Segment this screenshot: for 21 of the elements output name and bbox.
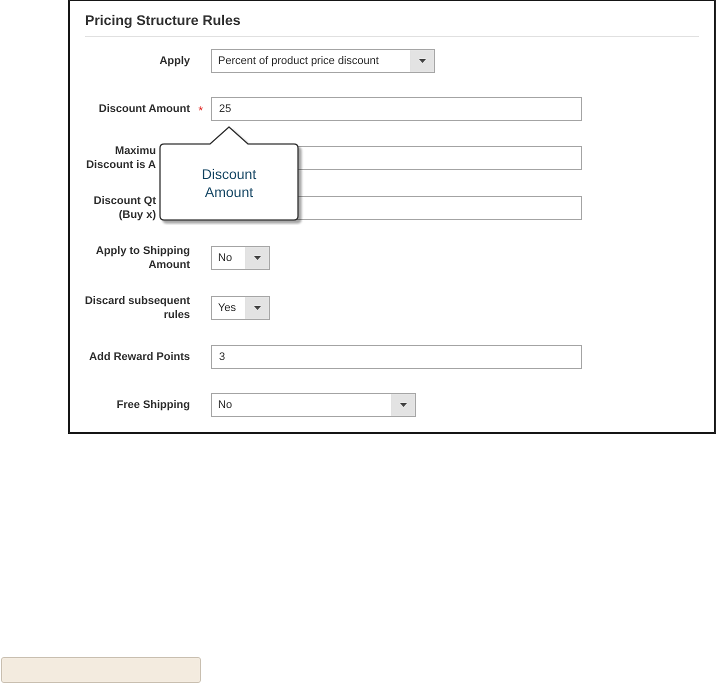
caret-icon [418,59,426,63]
dropdown[interactable]: No [211,246,270,270]
caret-icon [254,306,260,310]
field-label: Free Shipping [116,398,190,412]
field-label: Add Reward Points [89,350,190,364]
dropdown[interactable]: Percent of product price discount [211,49,435,73]
caret-icon [400,403,406,407]
field-label: Discount Amount [98,102,190,116]
field-label: Maximu Discount is A [86,144,156,172]
dropdown[interactable]: No [211,393,416,417]
field-label: Apply [159,54,190,68]
required-mark: * [198,103,203,118]
section-title: Pricing Structure Rules [85,12,242,28]
field-label: Apply to Shipping Amount [96,244,190,272]
callout-text: Discount Amount [200,165,258,201]
caret-icon [254,256,260,260]
dropdown[interactable]: Yes [211,296,270,320]
field-label: Discard subsequent rules [84,294,190,322]
input-field[interactable]: 25 [211,97,582,121]
input-field[interactable]: 3 [211,345,582,369]
field-label: Discount Qt (Buy x) [94,194,156,222]
